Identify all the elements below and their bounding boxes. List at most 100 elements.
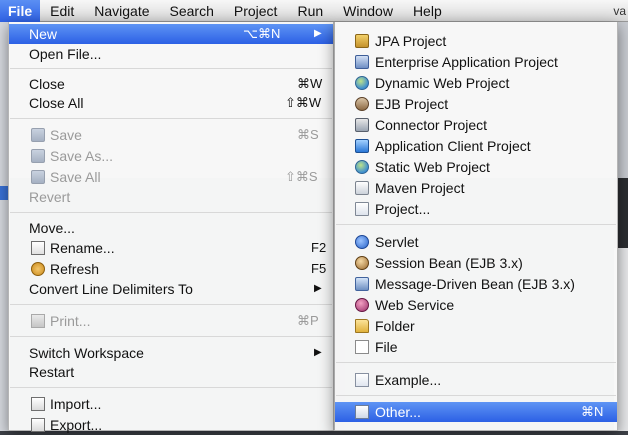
rename-icon [31, 241, 45, 255]
menu-navigate[interactable]: Navigate [84, 0, 159, 22]
menu-separator [10, 304, 332, 305]
menu-item-switch-workspace[interactable]: Switch Workspace ▶ [9, 343, 333, 363]
menu-item-label: Enterprise Application Project [375, 54, 558, 70]
menu-item-label: Static Web Project [375, 159, 490, 175]
menu-item-label: Import... [50, 396, 102, 412]
file-icon [355, 340, 369, 354]
menu-item-label: Save As... [50, 148, 114, 164]
menu-item-close-all[interactable]: Close All ⇧⌘W [9, 93, 333, 113]
menu-item-save[interactable]: Save ⌘S [9, 125, 333, 145]
globe-icon [355, 76, 369, 90]
new-item-other[interactable]: Other... ⌘N [335, 402, 617, 422]
menu-item-save-all[interactable]: Save All ⇧⌘S [9, 167, 333, 187]
ear-icon [355, 55, 369, 69]
menu-separator [336, 362, 616, 363]
import-icon [31, 397, 45, 411]
new-item-session-bean[interactable]: Session Bean (EJB 3.x) [335, 253, 617, 273]
message-bean-icon [355, 277, 369, 291]
servlet-icon [355, 235, 369, 249]
maven-icon [355, 181, 369, 195]
menu-separator [10, 118, 332, 119]
menu-separator [10, 336, 332, 337]
globe-icon [355, 160, 369, 174]
menu-item-shortcut: ⌘S [297, 127, 319, 142]
new-item-project[interactable]: Project... [335, 199, 617, 219]
menu-window[interactable]: Window [333, 0, 403, 22]
menu-item-shortcut: ⌘P [297, 313, 319, 328]
menu-separator [336, 395, 616, 396]
menu-item-convert-line-delimiters[interactable]: Convert Line Delimiters To ▶ [9, 279, 333, 299]
menu-search[interactable]: Search [160, 0, 224, 22]
new-submenu: JPA Project Enterprise Application Proje… [334, 22, 618, 431]
new-item-application-client-project[interactable]: Application Client Project [335, 136, 617, 156]
menu-item-label: Save All [50, 169, 101, 185]
new-item-dynamic-web-project[interactable]: Dynamic Web Project [335, 73, 617, 93]
example-icon [355, 373, 369, 387]
menu-item-shortcut: F5 [311, 261, 327, 276]
menubar-overflow-text: va [613, 3, 626, 18]
menu-item-shortcut: F2 [311, 240, 327, 255]
menu-item-label: Session Bean (EJB 3.x) [375, 255, 523, 271]
other-icon [355, 405, 369, 419]
menu-item-label: Restart [29, 364, 75, 380]
menu-item-import[interactable]: Import... [9, 394, 333, 414]
menu-separator [10, 68, 332, 69]
menu-help[interactable]: Help [403, 0, 452, 22]
jar-icon [355, 34, 369, 48]
submenu-arrow-icon: ▶ [314, 28, 322, 39]
menu-item-close[interactable]: Close ⌘W [9, 74, 333, 94]
submenu-arrow-icon: ▶ [314, 283, 322, 294]
app-icon [355, 139, 369, 153]
menu-item-rename[interactable]: Rename... F2 [9, 238, 333, 258]
menu-item-label: Folder [375, 318, 415, 334]
save-all-disk-icon [31, 170, 45, 184]
menu-item-print[interactable]: Print... ⌘P [9, 311, 333, 331]
new-item-folder[interactable]: Folder [335, 316, 617, 336]
menu-item-shortcut: ⌥⌘N [243, 26, 281, 41]
new-item-message-driven-bean[interactable]: Message-Driven Bean (EJB 3.x) [335, 274, 617, 294]
menu-edit[interactable]: Edit [40, 0, 84, 22]
folder-icon [355, 319, 369, 333]
menu-item-label: Revert [29, 189, 71, 205]
menu-item-open-file[interactable]: Open File... [9, 44, 333, 64]
new-item-enterprise-application-project[interactable]: Enterprise Application Project [335, 52, 617, 72]
menu-item-label: Close All [29, 95, 84, 111]
menu-file[interactable]: File [0, 0, 41, 22]
menu-item-new[interactable]: New ⌥⌘N ▶ [9, 24, 333, 44]
menu-item-export[interactable]: Export... [9, 415, 333, 435]
new-item-maven-project[interactable]: Maven Project [335, 178, 617, 198]
menu-item-label: EJB Project [375, 96, 449, 112]
menu-item-move[interactable]: Move... [9, 218, 333, 238]
new-item-file[interactable]: File [335, 337, 617, 357]
menu-item-shortcut: ⌘W [297, 76, 323, 91]
menu-item-label: Switch Workspace [29, 345, 144, 361]
refresh-icon [31, 262, 45, 276]
new-item-servlet[interactable]: Servlet [335, 232, 617, 252]
new-item-connector-project[interactable]: Connector Project [335, 115, 617, 135]
menu-item-label: Save [50, 127, 82, 143]
new-item-web-service[interactable]: Web Service [335, 295, 617, 315]
menu-item-label: Example... [375, 372, 442, 388]
menu-project[interactable]: Project [224, 0, 288, 22]
menu-item-refresh[interactable]: Refresh F5 [9, 259, 333, 279]
menu-item-label: Print... [50, 313, 91, 329]
menu-item-shortcut: ⇧⌘S [285, 169, 318, 184]
menu-separator [336, 224, 616, 225]
new-item-static-web-project[interactable]: Static Web Project [335, 157, 617, 177]
menu-item-revert[interactable]: Revert [9, 187, 333, 207]
menu-item-label: JPA Project [375, 33, 447, 49]
menu-item-shortcut: ⌘N [581, 404, 604, 419]
session-bean-icon [355, 256, 369, 270]
bean-icon [355, 97, 369, 111]
new-item-ejb-project[interactable]: EJB Project [335, 94, 617, 114]
menu-item-label: Move... [29, 220, 75, 236]
menu-item-restart[interactable]: Restart [9, 362, 333, 382]
menu-item-label: New [29, 26, 58, 42]
menu-item-save-as[interactable]: Save As... [9, 146, 333, 166]
menu-bar: File Edit Navigate Search Project Run Wi… [0, 0, 628, 22]
printer-icon [31, 314, 45, 328]
new-item-example[interactable]: Example... [335, 370, 617, 390]
new-item-jpa-project[interactable]: JPA Project [335, 31, 617, 51]
menu-run[interactable]: Run [287, 0, 333, 22]
plug-icon [355, 118, 369, 132]
